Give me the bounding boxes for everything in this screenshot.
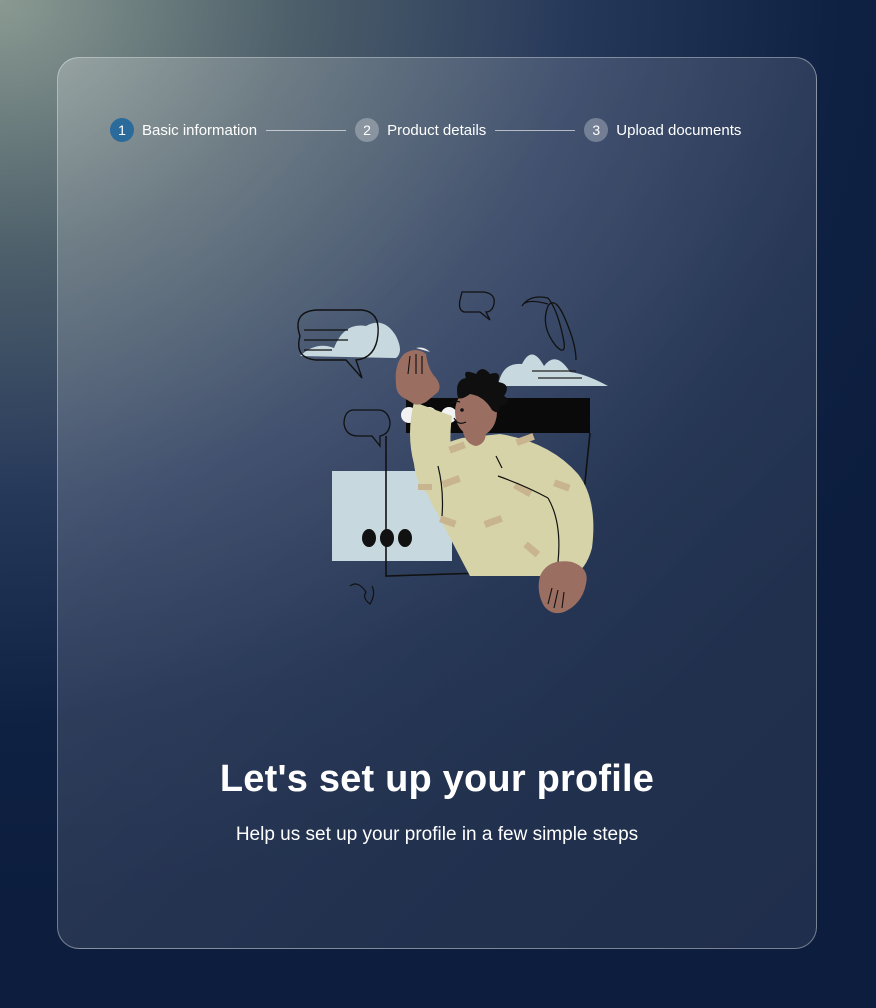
step-label: Product details [387, 121, 487, 139]
progress-stepper: 1 Basic information 2 Product details 3 … [110, 118, 741, 142]
person-waving-illustration [286, 286, 616, 616]
step-number: 2 [355, 118, 380, 142]
step-upload-documents[interactable]: 3 Upload documents [584, 118, 741, 142]
step-number: 1 [110, 118, 134, 142]
person-hand [395, 350, 440, 405]
speech-bubble-icon [458, 291, 495, 321]
step-connector [266, 129, 347, 131]
step-product-details[interactable]: 2 Product details [355, 118, 486, 142]
step-label: Basic information [142, 121, 258, 139]
step-basic-information[interactable]: 1 Basic information [110, 118, 257, 142]
step-label: Upload documents [616, 121, 742, 139]
speech-bubble-icon [343, 409, 391, 448]
page-subtitle: Help us set up your profile in a few sim… [235, 824, 639, 845]
step-number: 3 [584, 118, 609, 142]
step-connector [495, 129, 576, 131]
cloud-icon [498, 354, 608, 386]
onboarding-card: 1 Basic information 2 Product details 3 … [57, 57, 817, 949]
page-title: Let's set up your profile [219, 758, 655, 800]
